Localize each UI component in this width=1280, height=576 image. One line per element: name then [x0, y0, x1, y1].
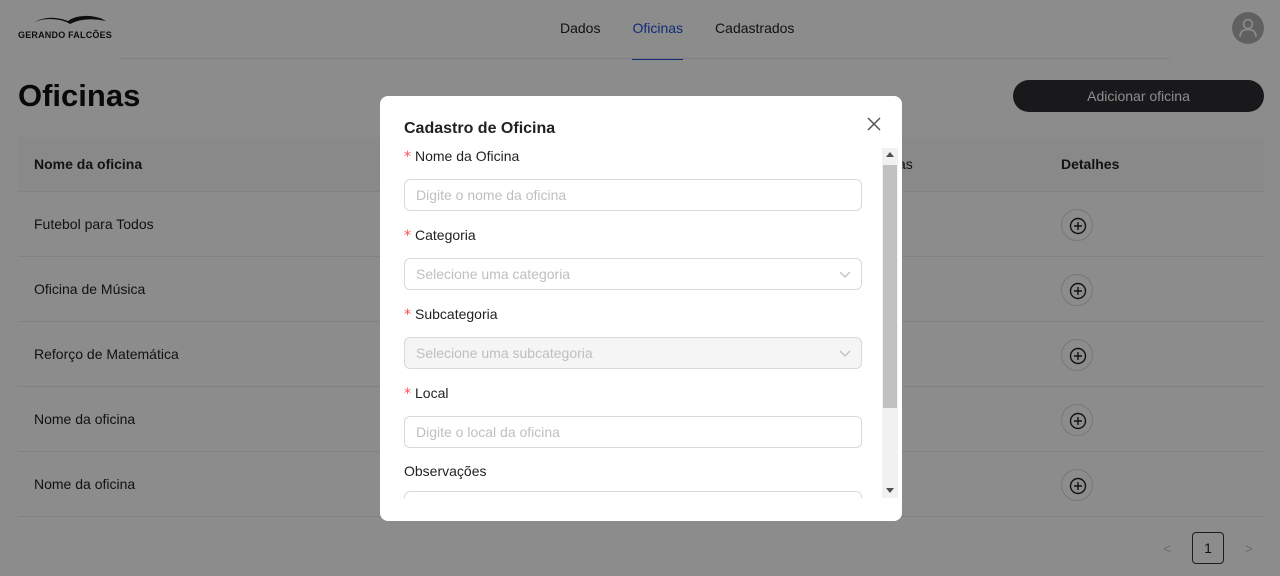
scroll-up-arrow-icon[interactable] — [886, 152, 894, 157]
chevron-down-icon — [839, 271, 851, 278]
subcategoria-select[interactable]: Selecione uma subcategoria — [404, 337, 862, 369]
modal-form: *Nome da Oficina *Categoria Selecione um… — [404, 148, 862, 498]
modal-title: Cadastro de Oficina — [404, 120, 556, 137]
nome-field-label: * Nome da Oficina — [404, 148, 519, 165]
categoria-placeholder: Selecione uma categoria — [416, 266, 571, 282]
required-marker: * — [404, 307, 411, 323]
local-label-text: Local — [415, 385, 449, 401]
nome-oficina-input[interactable] — [404, 179, 862, 211]
close-icon — [867, 117, 881, 131]
scroll-thumb[interactable] — [883, 165, 897, 408]
nome-label-text: Nome da Oficina — [415, 148, 520, 164]
cadastro-oficina-modal: Cadastro de Oficina *Nome da Oficina *Ca… — [380, 96, 902, 521]
local-field-label: * Local — [404, 385, 448, 402]
required-marker: * — [404, 386, 411, 402]
modal-scrollbar[interactable] — [882, 148, 898, 498]
subcategoria-field-label: * Subcategoria — [404, 306, 498, 323]
chevron-down-icon — [839, 350, 851, 357]
categoria-select[interactable]: Selecione uma categoria — [404, 258, 862, 290]
observacoes-field-label: Observações — [404, 463, 487, 479]
subcategoria-placeholder: Selecione uma subcategoria — [416, 345, 593, 361]
scroll-down-arrow-icon[interactable] — [886, 488, 894, 493]
required-marker: * — [404, 149, 411, 165]
close-button[interactable] — [864, 114, 884, 134]
observacoes-textarea[interactable] — [404, 491, 862, 498]
local-input[interactable] — [404, 416, 862, 448]
categoria-field-label: * Categoria — [404, 227, 476, 244]
subcategoria-label-text: Subcategoria — [415, 306, 498, 322]
categoria-label-text: Categoria — [415, 227, 476, 243]
required-marker: * — [404, 228, 411, 244]
